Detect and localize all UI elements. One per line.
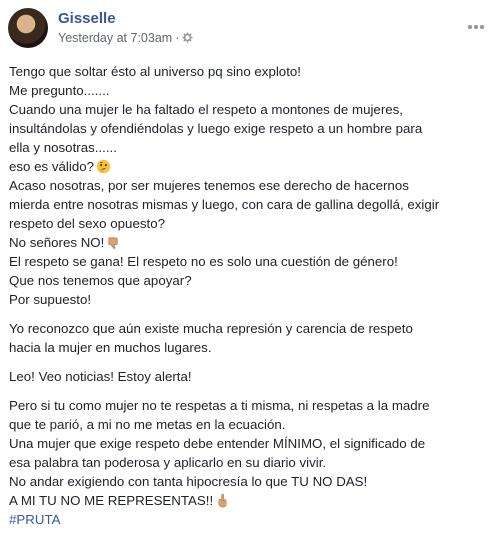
- body-line: insultándolas y ofendiéndolas y luego ex…: [9, 121, 423, 136]
- body-line-text: eso es válido?: [9, 159, 95, 174]
- middle-finger-icon: [218, 493, 227, 508]
- body-line: Me pregunto.......: [9, 83, 110, 98]
- hashtag-link[interactable]: #PRUTA: [9, 510, 489, 529]
- avatar[interactable]: [8, 8, 48, 48]
- more-options-icon[interactable]: [468, 16, 488, 29]
- body-line-text: A MI TU NO ME REPRESENTAS!!: [9, 493, 214, 508]
- body-line: Pero si tu como mujer no te respetas a t…: [9, 398, 430, 413]
- body-line: Cuando una mujer le ha faltado el respet…: [9, 102, 403, 117]
- body-line: Una mujer que exige respeto debe entende…: [9, 436, 426, 451]
- body-line: esa palabra tan poderosa y aplicarlo en …: [9, 455, 327, 470]
- body-line: Que nos tenemos que apoyar?: [9, 273, 192, 288]
- body-line: No andar exigiendo con tanta hipocresía …: [9, 474, 368, 489]
- paragraph-3: Leo! Veo noticias! Estoy alerta!: [9, 367, 489, 386]
- meta-separator: ·: [175, 31, 180, 45]
- body-line: El respeto se gana! El respeto no es sol…: [9, 254, 398, 269]
- body-line-with-emoji: A MI TU NO ME REPRESENTAS!!: [9, 491, 489, 510]
- paragraph-4: Pero si tu como mujer no te respetas a t…: [9, 396, 489, 529]
- body-line: respeto del sexo opuesto?: [9, 216, 165, 231]
- paragraph-2: Yo reconozco que aún existe mucha repres…: [9, 319, 489, 357]
- facebook-post: Gisselle Yesterday at 7:03am · Tengo que …: [0, 0, 495, 527]
- timestamp-link[interactable]: Yesterday at 7:03am: [58, 31, 172, 45]
- body-line-with-emoji: eso es válido?: [9, 157, 489, 176]
- body-line: Leo! Veo noticias! Estoy alerta!: [9, 369, 192, 384]
- thinking-face-icon: [96, 159, 111, 174]
- post-header: Gisselle Yesterday at 7:03am ·: [8, 8, 488, 52]
- paragraph-1: Tengo que soltar ésto al universo pq sin…: [9, 62, 489, 309]
- body-line-with-emoji: No señores NO!: [9, 233, 489, 252]
- body-line-text: No señores NO!: [9, 235, 105, 250]
- body-line: ella y nosotras......: [9, 140, 117, 155]
- body-line: Por supuesto!: [9, 292, 92, 307]
- gear-icon[interactable]: [182, 32, 193, 43]
- body-line: Tengo que soltar ésto al universo pq sin…: [9, 64, 301, 79]
- author-name[interactable]: Gisselle: [58, 10, 116, 27]
- body-line: Acaso nosotras, por ser mujeres tenemos …: [9, 178, 409, 193]
- body-line: hacia la mujer en muchos lugares.: [9, 340, 212, 355]
- post-body: Tengo que soltar ésto al universo pq sin…: [9, 62, 489, 539]
- body-line: mierda entre nosotras mismas y luego, co…: [9, 197, 440, 212]
- body-line: que te parió, a mi no me metas en la ecu…: [9, 417, 286, 432]
- post-meta: Yesterday at 7:03am ·: [58, 31, 193, 45]
- thumbs-down-icon: [108, 237, 118, 249]
- body-line: Yo reconozco que aún existe mucha repres…: [9, 321, 413, 336]
